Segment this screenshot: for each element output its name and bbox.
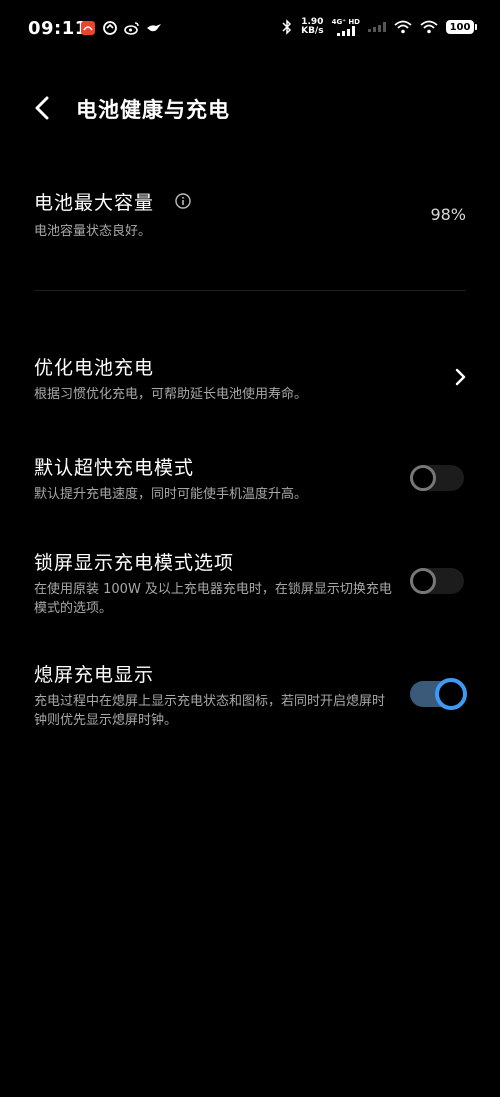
aod-charging-display-toggle[interactable]: [410, 678, 467, 710]
optimize-charging-row[interactable]: 优化电池充电 根据习惯优化充电，可帮助延长电池使用寿命。: [0, 345, 500, 415]
wifi-secondary-icon: [420, 20, 438, 34]
back-button[interactable]: [26, 92, 58, 124]
wifi-icon: [394, 20, 412, 34]
default-fast-charge-row: 默认超快充电模式 默认提升充电速度，同时可能使手机温度升高。: [0, 445, 500, 515]
lockscreen-charge-mode-title: 锁屏显示充电模式选项: [34, 552, 235, 574]
network-speed-unit: KB/s: [301, 26, 324, 36]
default-fast-charge-toggle[interactable]: [410, 465, 464, 491]
chevron-right-icon: [455, 368, 466, 386]
signal-strength-icon: [336, 26, 355, 36]
toggle-knob: [435, 678, 467, 710]
signal-strength-secondary-icon: [368, 22, 386, 32]
weibo-icon: [124, 22, 139, 35]
network-type: 4G⁺ HD: [332, 18, 360, 36]
battery-capacity-value: 98%: [430, 205, 466, 224]
network-speed: 1.90 KB/s: [301, 18, 323, 36]
aod-charging-display-row: 熄屏充电显示 充电过程中在熄屏上显示充电状态和图标，若同时开启熄屏时钟则优先显示…: [0, 652, 500, 742]
lockscreen-charge-mode-subtitle: 在使用原装 100W 及以上充电器充电时，在锁屏显示切换充电模式的选项。: [34, 582, 392, 616]
aod-charging-display-subtitle: 充电过程中在熄屏上显示充电状态和图标，若同时开启熄屏时钟则优先显示熄屏时钟。: [34, 694, 386, 728]
battery-capacity-subtitle: 电池容量状态良好。: [34, 224, 152, 239]
lockscreen-charge-mode-toggle[interactable]: [410, 568, 464, 594]
battery-indicator: 100: [446, 20, 477, 34]
toggle-knob: [410, 465, 436, 491]
lockscreen-charge-mode-row: 锁屏显示充电模式选项 在使用原装 100W 及以上充电器充电时，在锁屏显示切换充…: [0, 540, 500, 630]
sync-icon: [103, 21, 117, 35]
aod-charging-display-title: 熄屏充电显示: [34, 664, 155, 686]
default-fast-charge-title: 默认超快充电模式: [34, 457, 195, 479]
optimize-charging-subtitle: 根据习惯优化充电，可帮助延长电池使用寿命。: [34, 387, 308, 402]
app-notification-icon: [81, 21, 95, 35]
status-time: 09:11: [28, 18, 88, 39]
section-divider: [34, 290, 466, 291]
optimize-charging-title: 优化电池充电: [34, 357, 155, 379]
notification-icons: [80, 20, 162, 36]
battery-capacity-title: 电池最大容量: [34, 192, 155, 214]
bird-icon: [147, 24, 161, 32]
info-icon[interactable]: [175, 193, 191, 209]
page-title: 电池健康与充电: [76, 98, 230, 122]
network-type-label: 4G⁺ HD: [331, 18, 360, 26]
toggle-knob: [410, 568, 436, 594]
status-indicators: 1.90 KB/s 4G⁺ HD 100: [281, 18, 477, 36]
battery-capacity-row: 电池最大容量 电池容量状态良好。 98%: [0, 182, 500, 254]
back-arrow-icon: [35, 96, 49, 120]
page-header: 电池健康与充电: [0, 84, 500, 132]
status-bar: 09:11 1.90 KB/s 4G⁺ HD 100: [0, 0, 500, 60]
battery-level: 100: [449, 21, 471, 33]
bluetooth-icon: [282, 19, 292, 35]
default-fast-charge-subtitle: 默认提升充电速度，同时可能使手机温度升高。: [34, 487, 308, 502]
